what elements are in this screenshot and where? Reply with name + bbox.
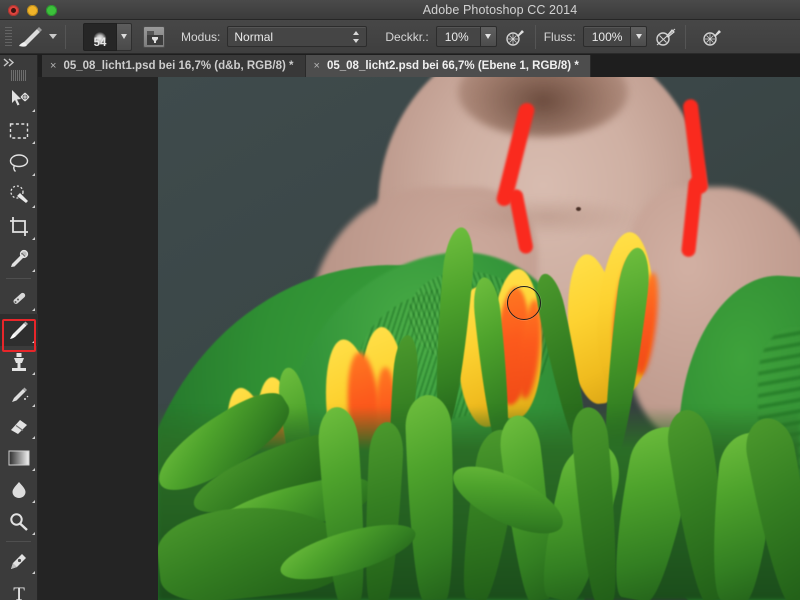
divider: [6, 278, 31, 279]
brush-preset-picker-button[interactable]: [117, 22, 132, 51]
divider: [6, 541, 31, 542]
smoothing-icon: [703, 29, 722, 46]
lasso-tool[interactable]: [0, 147, 38, 179]
collapse-panel-button[interactable]: [0, 55, 37, 70]
canvas-area[interactable]: [38, 77, 800, 600]
flow-value[interactable]: 100%: [582, 26, 631, 47]
eraser-tool[interactable]: [0, 410, 38, 442]
tool-group-indicator: [32, 571, 35, 574]
tool-group-indicator: [32, 109, 35, 112]
blend-mode-value: Normal: [234, 29, 274, 44]
skin-mole: [576, 207, 581, 211]
tool-group-indicator: [32, 269, 35, 272]
opacity-pressure-button[interactable]: [505, 26, 527, 48]
brush-tool[interactable]: [0, 314, 38, 346]
opacity-pressure-icon: [506, 29, 524, 46]
tool-group-indicator: [32, 532, 35, 535]
dodge-tool[interactable]: [0, 506, 38, 538]
blend-mode-select[interactable]: Normal: [227, 26, 368, 47]
flow-dropdown-button[interactable]: [630, 26, 648, 47]
divider: [534, 24, 536, 49]
airbrush-button[interactable]: [655, 26, 677, 48]
chevron-down-icon: [121, 34, 127, 39]
tool-group-indicator: [32, 340, 35, 343]
smoothing-button[interactable]: [702, 26, 724, 48]
options-bar-grip[interactable]: [3, 25, 15, 48]
tool-group-indicator: [32, 205, 35, 208]
tool-group-indicator: [32, 372, 35, 375]
close-icon[interactable]: ×: [314, 60, 320, 72]
document-tab-label: 05_08_licht1.psd bei 16,7% (d&b, RGB/8) …: [63, 60, 294, 72]
tool-group-indicator: [32, 237, 35, 240]
rectangular-marquee-tool[interactable]: [0, 115, 38, 147]
close-icon[interactable]: ×: [50, 60, 56, 72]
brush-cursor: [507, 286, 541, 320]
document-tab-bar: × 05_08_licht1.psd bei 16,7% (d&b, RGB/8…: [42, 55, 591, 77]
title-bar: Adobe Photoshop CC 2014: [0, 0, 800, 20]
double-chevron-right-icon: [3, 58, 15, 67]
flow-field[interactable]: 100%: [582, 26, 648, 47]
tool-preset-icon[interactable]: [15, 24, 47, 50]
airbrush-icon: [656, 28, 676, 46]
chevron-down-icon: [635, 34, 642, 39]
document-tab-1[interactable]: × 05_08_licht1.psd bei 16,7% (d&b, RGB/8…: [42, 55, 306, 77]
eyedropper-tool[interactable]: [0, 243, 38, 275]
type-tool[interactable]: T: [0, 577, 38, 600]
tools-panel: T: [0, 55, 38, 600]
flow-label: Fluss:: [543, 29, 576, 44]
tool-group-indicator: [32, 308, 35, 311]
brush-panel-toggle-icon: [147, 30, 163, 45]
options-bar: 54 Modus: Normal Deckkr.: 10% Fluss: 100…: [0, 20, 800, 54]
tool-group-indicator: [32, 173, 35, 176]
document-tab-2[interactable]: × 05_08_licht2.psd bei 66,7% (Ebene 1, R…: [305, 55, 591, 77]
collarbone-highlight: [458, 197, 638, 237]
tools-panel-grip[interactable]: [10, 70, 27, 81]
brush-panel-toggle-button[interactable]: [143, 25, 165, 48]
move-tool[interactable]: [0, 83, 38, 115]
gradient-tool[interactable]: [0, 442, 38, 474]
svg-text:T: T: [13, 584, 25, 600]
photoshop-window: Adobe Photoshop CC 2014 54 Modus: Normal…: [0, 0, 800, 600]
tool-group-indicator: [32, 500, 35, 503]
tool-group-indicator: [32, 404, 35, 407]
pen-tool[interactable]: [0, 545, 38, 577]
opacity-field[interactable]: 10%: [435, 26, 497, 47]
tool-preset-chevron-down-icon[interactable]: [49, 34, 57, 39]
app-title: Adobe Photoshop CC 2014: [422, 3, 578, 17]
brush-size-preview[interactable]: 54: [83, 22, 117, 51]
healing-brush-tool[interactable]: [0, 282, 38, 314]
brush-size-value: 54: [93, 36, 107, 49]
chevron-down-icon: [485, 34, 492, 39]
document-tab-label: 05_08_licht2.psd bei 66,7% (Ebene 1, RGB…: [326, 60, 579, 72]
select-arrows-icon: [353, 30, 360, 43]
quick-selection-tool[interactable]: [0, 179, 38, 211]
opacity-value[interactable]: 10%: [435, 26, 480, 47]
crop-tool[interactable]: [0, 211, 38, 243]
blur-tool[interactable]: [0, 474, 38, 506]
tool-group-indicator: [32, 141, 35, 144]
tool-group-indicator: [32, 468, 35, 471]
tool-group-indicator: [32, 436, 35, 439]
opacity-label: Deckkr.:: [385, 29, 429, 44]
divider: [685, 24, 687, 49]
history-brush-tool[interactable]: [0, 378, 38, 410]
opacity-dropdown-button[interactable]: [479, 26, 497, 47]
mode-label: Modus:: [181, 29, 221, 44]
clone-stamp-tool[interactable]: [0, 346, 38, 378]
document-image[interactable]: [158, 77, 800, 600]
divider: [65, 24, 66, 49]
